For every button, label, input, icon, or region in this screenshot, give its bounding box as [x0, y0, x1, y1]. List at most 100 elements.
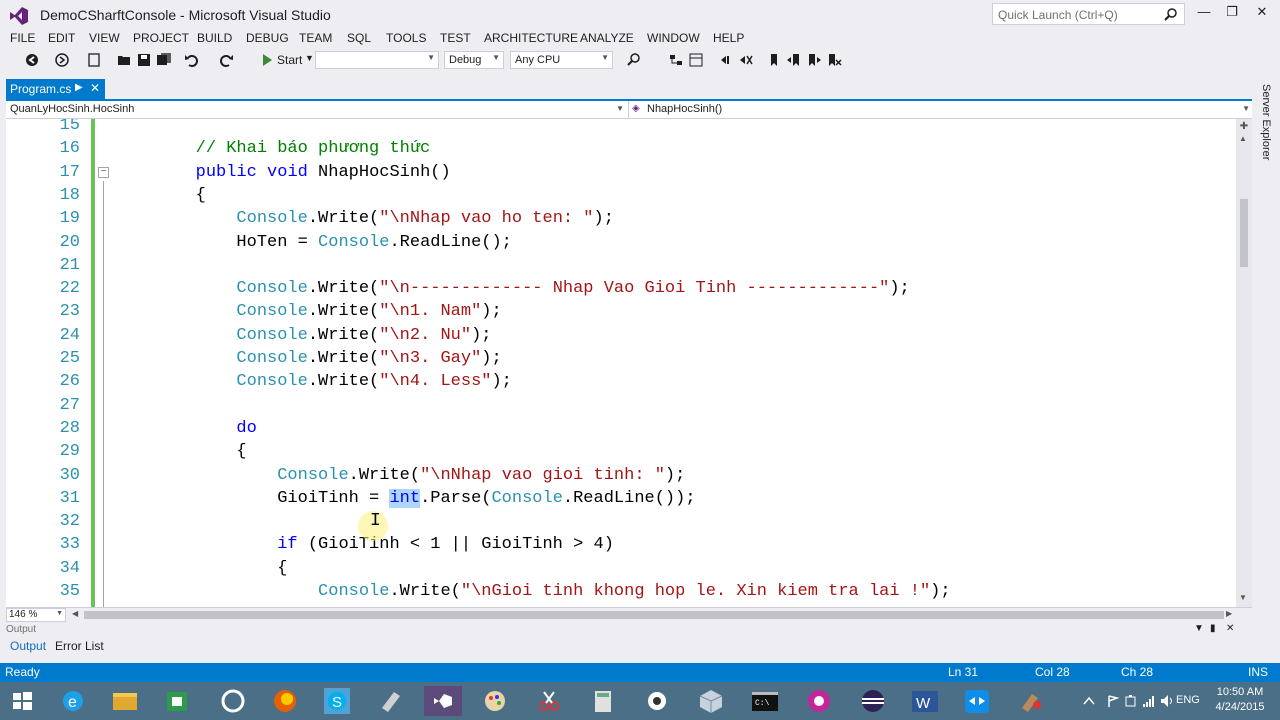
chevron-down-icon[interactable]: ▼: [305, 53, 314, 63]
scroll-left-icon[interactable]: ◀: [72, 609, 78, 618]
bookmark-icon[interactable]: [766, 52, 782, 68]
open-file-icon[interactable]: [116, 52, 132, 68]
menu-build[interactable]: BUILD: [197, 31, 232, 45]
save-all-icon[interactable]: [156, 52, 172, 68]
menu-project[interactable]: PROJECT: [133, 31, 189, 45]
back-icon[interactable]: [24, 52, 40, 68]
zoom-combo[interactable]: 146 % ▼: [6, 608, 66, 622]
code-line[interactable]: Console.Write("\n1. Nam");: [114, 302, 501, 325]
menu-edit[interactable]: EDIT: [48, 31, 75, 45]
close-button[interactable]: ✕: [1248, 4, 1276, 24]
panel-dropdown-icon[interactable]: ▼: [1194, 623, 1204, 634]
code-editor[interactable]: − 15 16 // Khai báo phương thức 17 public …: [6, 119, 1236, 607]
firefox-icon[interactable]: [264, 686, 306, 716]
store-icon[interactable]: [156, 686, 198, 716]
code-line[interactable]: Console.Write("\n2. Nu");: [114, 326, 491, 349]
redo-icon[interactable]: [218, 52, 234, 68]
panel-close-icon[interactable]: ✕: [1226, 623, 1234, 634]
vertical-scrollbar[interactable]: ✚ ▲ ▼: [1236, 119, 1252, 607]
code-line[interactable]: Console.Write("\n3. Gay");: [114, 349, 501, 372]
menu-view[interactable]: VIEW: [89, 31, 120, 45]
forward-icon[interactable]: [54, 52, 70, 68]
prev-bookmark-icon[interactable]: [786, 52, 802, 68]
snipping-tool-icon[interactable]: [528, 686, 570, 716]
windows-start-icon[interactable]: [2, 686, 42, 716]
code-line[interactable]: {: [114, 442, 246, 465]
volume-icon[interactable]: [1160, 694, 1174, 708]
save-icon[interactable]: [136, 52, 152, 68]
restore-icon[interactable]: ❐: [1218, 4, 1246, 24]
tray-arrow-icon[interactable]: [1082, 694, 1096, 708]
battery-icon[interactable]: [1124, 694, 1138, 708]
new-project-icon[interactable]: [86, 52, 102, 68]
start-debug-icon[interactable]: [259, 52, 275, 68]
next-bookmark-icon[interactable]: [806, 52, 822, 68]
menu-analyze[interactable]: ANALYZE: [580, 31, 634, 45]
comment-icon[interactable]: [738, 52, 754, 68]
menu-window[interactable]: WINDOW: [647, 31, 700, 45]
type-dropdown[interactable]: QuanLyHocSinh.HocSinh ▼: [6, 101, 626, 119]
tab-program-cs[interactable]: Program.cs ▶ ✕: [6, 79, 105, 100]
menu-team[interactable]: TEAM: [299, 31, 332, 45]
clock-time[interactable]: 10:50 AM: [1212, 686, 1268, 698]
pin-icon[interactable]: ▶: [75, 82, 83, 93]
platform-combo[interactable]: Any CPU ▼: [510, 51, 613, 69]
menu-tools[interactable]: TOOLS: [386, 31, 426, 45]
horizontal-scrollbar[interactable]: [84, 611, 1224, 619]
member-dropdown[interactable]: ◈ NhapHocSinh() ▼: [628, 101, 1252, 119]
code-line[interactable]: public void NhapHocSinh(): [114, 163, 451, 186]
virtualbox-icon[interactable]: [690, 686, 732, 716]
menu-help[interactable]: HELP: [713, 31, 744, 45]
app-gray-icon[interactable]: [370, 686, 412, 716]
code-line[interactable]: // Khai báo phương thức: [114, 139, 431, 162]
internet-explorer-icon[interactable]: e: [52, 686, 94, 716]
panel-pin-icon[interactable]: ▮: [1210, 623, 1216, 634]
clock-date[interactable]: 4/24/2015: [1212, 701, 1268, 713]
scroll-up-icon[interactable]: ▲: [1239, 134, 1247, 143]
class-view-icon[interactable]: [688, 52, 704, 68]
code-line[interactable]: Console.Write("\nNhap vao gioi tinh: ");: [114, 466, 685, 489]
app-pink-icon[interactable]: [798, 686, 840, 716]
code-line[interactable]: {: [114, 186, 206, 209]
wifi-icon[interactable]: [1142, 694, 1156, 708]
close-icon[interactable]: ✕: [90, 81, 100, 95]
collapse-icon[interactable]: −: [98, 167, 109, 178]
scroll-down-icon[interactable]: ▼: [1239, 593, 1247, 602]
clear-bookmarks-icon[interactable]: [826, 52, 842, 68]
command-prompt-icon[interactable]: C:\: [744, 686, 786, 716]
menu-file[interactable]: FILE: [10, 31, 35, 45]
code-line[interactable]: Console.Write("\n------------- Nhap Vao …: [114, 279, 909, 302]
code-line[interactable]: GioiTinh = int.Parse(Console.ReadLine())…: [114, 488, 696, 512]
code-line[interactable]: Console.Write("\nGioi tinh khong hop le.…: [114, 582, 951, 605]
menu-debug[interactable]: DEBUG: [246, 31, 289, 45]
teamviewer-icon[interactable]: [956, 686, 998, 716]
app-tools-icon[interactable]: [1010, 686, 1052, 716]
app-green-icon[interactable]: [212, 686, 254, 716]
menu-test[interactable]: TEST: [440, 31, 471, 45]
paint-icon[interactable]: [474, 686, 516, 716]
minimize-button[interactable]: —: [1190, 4, 1218, 24]
code-line[interactable]: HoTen = Console.ReadLine();: [114, 233, 511, 256]
code-line[interactable]: {: [114, 559, 287, 582]
quick-launch-input[interactable]: Quick Launch (Ctrl+Q): [992, 3, 1185, 25]
menu-sql[interactable]: SQL: [347, 31, 371, 45]
file-explorer-icon[interactable]: [104, 686, 146, 716]
code-line[interactable]: Console.Write("\n4. Less");: [114, 372, 511, 395]
code-line[interactable]: Console.Write("\nNhap vao ho ten: ");: [114, 209, 614, 232]
menu-architecture[interactable]: ARCHITECTURE: [484, 31, 578, 45]
start-button[interactable]: Start: [277, 53, 302, 67]
skype-icon[interactable]: S: [316, 686, 358, 716]
scroll-thumb[interactable]: [1240, 199, 1248, 267]
undo-icon[interactable]: [184, 52, 200, 68]
code-line[interactable]: if (GioiTinh < 1 || GioiTinh > 4): [114, 535, 614, 558]
code-line[interactable]: do: [114, 419, 256, 442]
server-explorer-tab[interactable]: Server Explorer: [1260, 84, 1272, 160]
app-settings-icon[interactable]: [636, 686, 678, 716]
step-back-icon[interactable]: [718, 52, 734, 68]
visual-studio-taskbar-icon[interactable]: [422, 686, 464, 716]
word-icon[interactable]: W: [904, 686, 946, 716]
tab-error-list[interactable]: Error List: [55, 639, 104, 653]
find-icon[interactable]: [626, 52, 642, 68]
tab-output[interactable]: Output: [10, 639, 46, 653]
input-language[interactable]: ENG: [1176, 694, 1200, 706]
